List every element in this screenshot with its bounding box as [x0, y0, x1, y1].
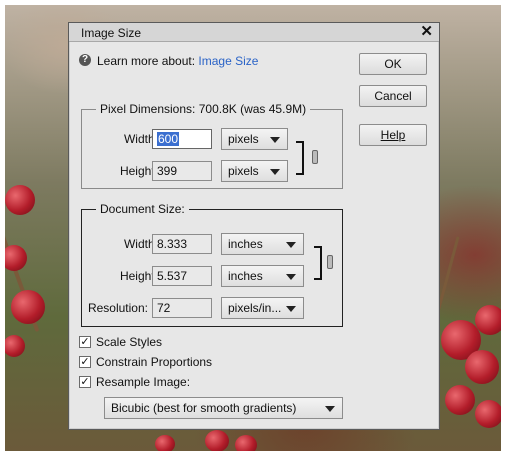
title-bar[interactable]: Image Size ✕ [69, 23, 439, 42]
resample-image-checkbox[interactable]: ✓ [79, 376, 91, 388]
pixel-width-input[interactable]: 600 [152, 129, 212, 149]
chevron-down-icon [286, 306, 296, 312]
document-size-group: Document Size: Width: 8.333 inches Heigh… [81, 202, 343, 327]
pixel-height-label: Height: [119, 164, 158, 178]
resolution-unit-select[interactable]: pixels/in... [221, 297, 304, 319]
resolution-input[interactable]: 72 [152, 298, 212, 318]
learn-more-prefix: Learn more about: [97, 54, 196, 68]
doc-width-input[interactable]: 8.333 [152, 234, 212, 254]
resolution-unit: pixels/in... [228, 301, 282, 315]
resolution-label: Resolution: [87, 301, 148, 315]
link-bracket [314, 246, 322, 280]
pixel-width-unit: pixels [228, 132, 259, 146]
learn-more-text: Learn more about: Image Size [97, 54, 258, 68]
resample-method-select[interactable]: Bicubic (best for smooth gradients) [104, 397, 343, 419]
chevron-down-icon [325, 406, 335, 412]
cancel-button[interactable]: Cancel [359, 85, 427, 107]
doc-height-value: 5.537 [157, 269, 188, 283]
pixel-width-label: Width: [123, 132, 158, 146]
document-size-legend: Document Size: [96, 202, 189, 216]
doc-height-input[interactable]: 5.537 [152, 266, 212, 286]
check-icon: ✓ [80, 356, 90, 368]
scale-styles-label: Scale Styles [96, 335, 163, 349]
resolution-value: 72 [157, 301, 171, 315]
pixel-height-unit: pixels [228, 164, 259, 178]
doc-width-value: 8.333 [157, 237, 188, 251]
doc-height-unit-select[interactable]: inches [221, 265, 304, 287]
chevron-down-icon [286, 242, 296, 248]
check-icon: ✓ [80, 336, 90, 348]
image-size-dialog: Image Size ✕ ? Learn more about: Image S… [68, 22, 440, 430]
link-bracket [296, 141, 304, 175]
resample-method-value: Bicubic (best for smooth gradients) [111, 401, 297, 415]
pixel-dimensions-group: Pixel Dimensions: 700.8K (was 45.9M) Wid… [81, 102, 343, 189]
pixel-height-value: 399 [157, 164, 178, 178]
scale-styles-checkbox[interactable]: ✓ [79, 336, 91, 348]
doc-width-label: Width: [123, 237, 158, 251]
doc-height-unit: inches [228, 269, 263, 283]
resample-image-label: Resample Image: [96, 375, 191, 389]
help-icon: ? [79, 54, 91, 66]
pixel-dimensions-label: Pixel Dimensions: [100, 102, 196, 116]
check-icon: ✓ [80, 376, 90, 388]
doc-height-label: Height: [119, 269, 158, 283]
image-size-help-link[interactable]: Image Size [198, 54, 258, 68]
help-button[interactable]: Help [359, 124, 427, 146]
pixel-dimensions-legend: Pixel Dimensions: 700.8K (was 45.9M) [96, 102, 311, 116]
pixel-size-info: 700.8K (was 45.9M) [198, 102, 307, 116]
pixel-width-value: 600 [157, 132, 180, 146]
chevron-down-icon [286, 274, 296, 280]
chevron-down-icon [270, 169, 280, 175]
dialog-title: Image Size [81, 26, 142, 40]
chain-link-icon [327, 255, 333, 269]
constrain-proportions-label: Constrain Proportions [96, 355, 213, 369]
pixel-height-unit-select[interactable]: pixels [221, 160, 288, 182]
doc-width-unit-select[interactable]: inches [221, 233, 304, 255]
doc-width-unit: inches [228, 237, 263, 251]
ok-button[interactable]: OK [359, 53, 427, 75]
pixel-width-unit-select[interactable]: pixels [221, 128, 288, 150]
constrain-proportions-checkbox[interactable]: ✓ [79, 356, 91, 368]
pixel-height-input[interactable]: 399 [152, 161, 212, 181]
chevron-down-icon [270, 137, 280, 143]
chain-link-icon [312, 150, 318, 164]
close-icon[interactable]: ✕ [420, 23, 433, 41]
